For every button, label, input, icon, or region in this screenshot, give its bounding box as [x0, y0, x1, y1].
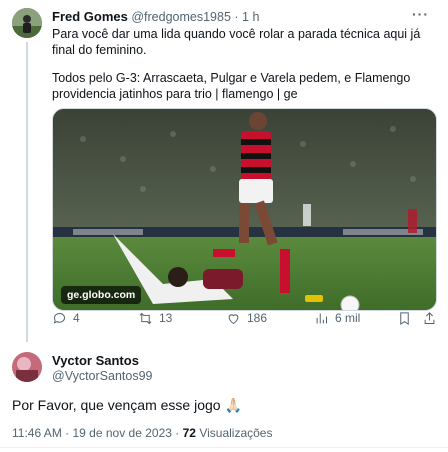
media-source-watermark: ge.globo.com	[61, 286, 142, 304]
avatar-photo-icon	[12, 8, 42, 38]
reply-author-handle[interactable]: @VyctorSantos99	[52, 369, 152, 383]
author-avatar[interactable]	[12, 8, 42, 38]
header-separator: ·	[234, 10, 239, 24]
share-button[interactable]	[422, 311, 437, 326]
meta-separator: ·	[175, 426, 180, 440]
reply-time[interactable]: 11:46 AM	[12, 426, 62, 440]
thread-line	[26, 42, 28, 342]
avatar-photo-icon	[12, 352, 42, 382]
reply-author-avatar[interactable]	[12, 352, 42, 382]
retweet-count: 13	[159, 311, 173, 325]
reply-author-name[interactable]: Vyctor Santos	[52, 353, 139, 368]
views-count: 6 mil	[335, 311, 361, 325]
author-handle[interactable]: @fredgomes1985	[131, 10, 231, 24]
retweet-icon	[139, 312, 152, 324]
retweet-button[interactable]: 13	[138, 311, 172, 326]
tweet-time[interactable]: 1 h	[242, 10, 259, 24]
like-count: 186	[247, 311, 268, 325]
reply-views-count: 72	[182, 426, 196, 440]
views-button[interactable]: 6 mil	[314, 311, 360, 326]
tweet-header: Fred Gomes @fredgomes1985 · 1 h	[52, 9, 259, 24]
meta-separator: ·	[65, 426, 70, 440]
reply-icon	[53, 312, 65, 324]
tweet-media-image[interactable]: ge.globo.com	[52, 108, 437, 311]
bottom-divider	[0, 447, 448, 448]
more-options-icon[interactable]: ···	[412, 6, 429, 22]
reply-count: 4	[73, 311, 80, 325]
tweet-text-paragraph-2: Todos pelo G-3: Arrascaeta, Pulgar e Var…	[52, 71, 411, 101]
like-button[interactable]: 186	[226, 311, 267, 326]
reply-button[interactable]: 4	[52, 311, 80, 326]
reply-text: Por Favor, que vençam esse jogo 🙏🏻	[12, 397, 242, 413]
football-photo	[53, 109, 436, 310]
heart-icon	[228, 313, 239, 324]
bookmark-button[interactable]	[397, 311, 412, 326]
bookmark-icon	[400, 311, 409, 325]
reply-date[interactable]: 19 de nov de 2023	[73, 426, 172, 440]
analytics-icon	[316, 313, 327, 323]
reply-meta: 11:46 AM · 19 de nov de 2023 · 72 Visual…	[12, 426, 272, 440]
author-name[interactable]: Fred Gomes	[52, 9, 128, 24]
share-icon	[424, 311, 435, 324]
reply-views-label: Visualizações	[199, 426, 273, 440]
tweet-text-paragraph-1: Para você dar uma lida quando você rolar…	[52, 27, 421, 57]
